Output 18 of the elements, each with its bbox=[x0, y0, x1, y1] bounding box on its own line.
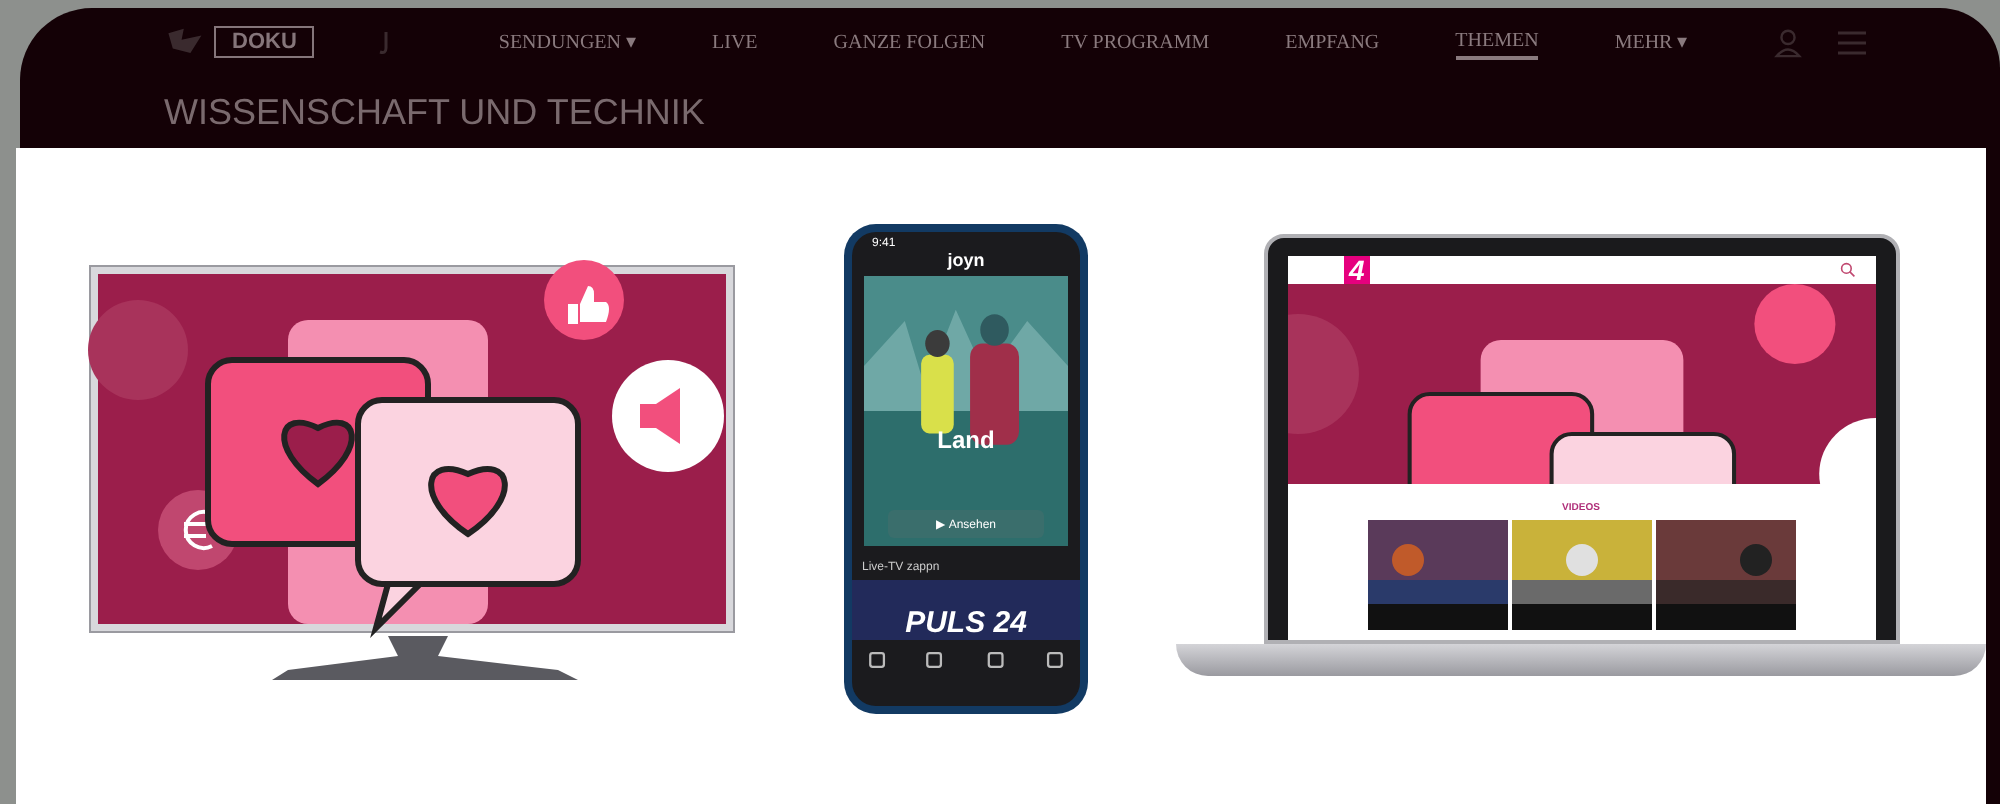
channel-name: PULS 24 bbox=[905, 606, 1027, 640]
channel-logo: 4 bbox=[1343, 256, 1371, 286]
channel-tile[interactable]: PULS 24 bbox=[852, 580, 1080, 640]
site-logo[interactable]: DOKU bbox=[164, 26, 315, 58]
show-title: Land bbox=[937, 426, 995, 454]
app-logo: joyn bbox=[947, 250, 985, 270]
logo-text: DOKU bbox=[214, 26, 315, 58]
nav-link[interactable]: TV PROGRAMM bbox=[1061, 27, 1210, 57]
nav-link[interactable]: SENDUNGEN ▾ bbox=[498, 26, 636, 58]
search-icon[interactable] bbox=[1839, 262, 1855, 278]
user-icon[interactable] bbox=[1771, 27, 1804, 57]
nav-link[interactable]: EMPFANG bbox=[1285, 27, 1380, 57]
menu-icon[interactable] bbox=[1835, 27, 1868, 57]
nav-link[interactable]: MEHR ▾ bbox=[1614, 26, 1688, 58]
nav-link[interactable]: GANZE FOLGEN bbox=[833, 27, 986, 57]
nav-link[interactable]: LIVE bbox=[712, 27, 758, 57]
nav-link[interactable]: THEMEN bbox=[1455, 25, 1539, 59]
page-title: WISSENSCHAFT UND TECHNIK bbox=[164, 92, 707, 134]
